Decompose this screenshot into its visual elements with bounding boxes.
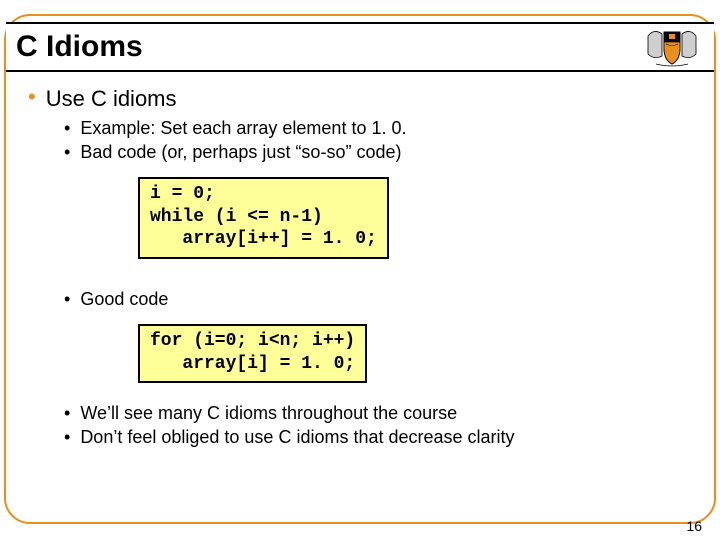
bullet-text: Good code bbox=[80, 289, 168, 311]
bullet-text: Use C idioms bbox=[46, 86, 177, 112]
bullet-level2: • Good code bbox=[64, 289, 692, 311]
page-number: 16 bbox=[686, 518, 702, 534]
code-block-bad: i = 0; while (i <= n-1) array[i++] = 1. … bbox=[138, 177, 389, 259]
bullet-dot-icon: • bbox=[64, 289, 70, 311]
bullet-level2: • Example: Set each array element to 1. … bbox=[64, 118, 692, 140]
bullet-text: Bad code (or, perhaps just “so-so” code) bbox=[80, 142, 401, 164]
bullet-level2: • Bad code (or, perhaps just “so-so” cod… bbox=[64, 142, 692, 164]
bullet-dot-icon: • bbox=[64, 142, 70, 164]
content-area: • Use C idioms • Example: Set each array… bbox=[28, 86, 692, 450]
slide: C Idioms • Use C idioms • Example: bbox=[0, 0, 720, 540]
slide-title: C Idioms bbox=[16, 30, 143, 64]
code-block-good: for (i=0; i<n; i++) array[i] = 1. 0; bbox=[138, 324, 367, 383]
bullet-level2: • We’ll see many C idioms throughout the… bbox=[64, 403, 692, 425]
bullet-dot-icon: • bbox=[64, 403, 70, 425]
bullet-text: Don’t feel obliged to use C idioms that … bbox=[80, 427, 514, 449]
bullet-text: Example: Set each array element to 1. 0. bbox=[80, 118, 406, 140]
bullet-dot-icon: • bbox=[64, 427, 70, 449]
bullet-dot-icon: • bbox=[28, 86, 36, 112]
title-bar: C Idioms bbox=[6, 22, 714, 72]
bullet-level2: • Don’t feel obliged to use C idioms tha… bbox=[64, 427, 692, 449]
princeton-crest-icon bbox=[642, 26, 702, 68]
bullet-dot-icon: • bbox=[64, 118, 70, 140]
bullet-text: We’ll see many C idioms throughout the c… bbox=[80, 403, 457, 425]
bullet-level1: • Use C idioms bbox=[28, 86, 692, 112]
